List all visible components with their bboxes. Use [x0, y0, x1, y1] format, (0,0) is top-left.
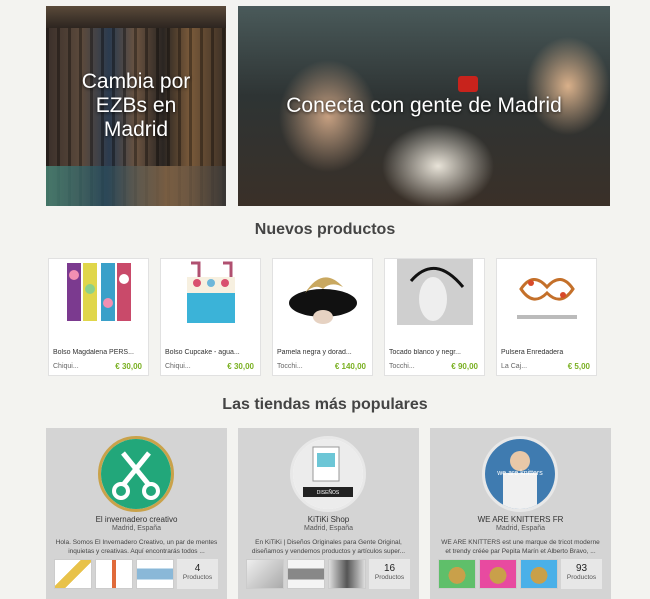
shop-product-thumb[interactable]: [328, 559, 366, 589]
shop-product-thumb[interactable]: [136, 559, 174, 589]
kitiki-logo-text: DISEÑOS: [317, 489, 340, 496]
product-image: [67, 263, 131, 321]
shop-product-strip: 16 Productos: [246, 559, 411, 589]
banner-cambia[interactable]: Cambia por EZBs en Madrid: [46, 6, 226, 206]
product-card[interactable]: Pulsera Enredadera La Caj... € 5,00: [496, 258, 597, 376]
shop-name: KiTiKi Shop: [307, 515, 350, 524]
product-price: € 5,00: [567, 362, 590, 371]
shop-card[interactable]: El invernadero creativo Madrid, España H…: [46, 428, 227, 599]
kitiki-logo: DISEÑOS: [293, 439, 363, 509]
shop-location: Madrid, España: [495, 525, 546, 532]
product-name: Bolso Cupcake - agua...: [165, 349, 240, 356]
product-image: [517, 278, 577, 319]
shop-product-count[interactable]: 93 Productos: [561, 559, 602, 589]
shop-product-thumb[interactable]: [95, 559, 133, 589]
shop-product-thumb[interactable]: [54, 559, 92, 589]
banner-caption: Cambia por EZBs en Madrid: [81, 70, 191, 141]
product-image: [187, 261, 235, 323]
shop-avatar: [98, 436, 174, 512]
shop-card[interactable]: we are knitters WE ARE KNITTERS FR Madri…: [430, 428, 611, 599]
product-shop: Tocchi...: [277, 363, 303, 370]
shop-product-thumb[interactable]: [287, 559, 325, 589]
product-image: [397, 259, 473, 325]
product-card[interactable]: Bolso Cupcake - agua... Chiqui... € 30,0…: [160, 258, 261, 376]
shop-name: El invernadero creativo: [95, 515, 178, 524]
section-title-new-products: Nuevos productos: [254, 221, 396, 238]
product-price: € 30,00: [115, 362, 142, 371]
product-shop: Tocchi...: [389, 363, 415, 370]
shop-description: WE ARE KNITTERS est une marque de tricot…: [441, 539, 600, 555]
shop-product-thumb[interactable]: [438, 559, 476, 589]
banner-conecta[interactable]: Conecta con gente de Madrid: [238, 6, 610, 206]
banner-caption: Conecta con gente de Madrid: [286, 94, 562, 117]
knitters-logo-text: we are knitters: [496, 470, 543, 477]
count-number: 16: [383, 563, 396, 574]
product-card[interactable]: Tocado blanco y negr... Tocchi... € 90,0…: [384, 258, 485, 376]
product-name: Pulsera Enredadera: [501, 349, 564, 356]
shop-location: Madrid, España: [303, 525, 354, 532]
product-name: Bolso Magdalena PERS...: [53, 349, 134, 356]
shop-product-count[interactable]: 16 Productos: [369, 559, 410, 589]
shop-product-thumb[interactable]: [479, 559, 517, 589]
count-number: 4: [194, 563, 201, 574]
product-name: Tocado blanco y negr...: [389, 349, 461, 356]
shop-product-strip: 4 Productos: [54, 559, 219, 589]
shop-product-count[interactable]: 4 Productos: [177, 559, 218, 589]
scissors-icon: [101, 439, 171, 509]
product-price: € 90,00: [451, 362, 478, 371]
product-image: [289, 277, 357, 324]
product-shop: Chiqui...: [53, 363, 79, 370]
shop-product-strip: 93 Productos: [438, 559, 603, 589]
product-name: Pamela negra y dorad...: [277, 349, 352, 356]
section-title-popular-shops: Las tiendas más populares: [222, 396, 428, 413]
product-shop: La Caj...: [501, 363, 528, 370]
shop-name: WE ARE KNITTERS FR: [477, 515, 564, 524]
shop-description: Hola. Somos El Invernadero Creativo, un …: [55, 539, 218, 555]
product-price: € 140,00: [334, 362, 366, 371]
shop-product-thumb[interactable]: [246, 559, 284, 589]
shop-description: En KiTiKi | Diseños Originales para Gent…: [251, 539, 406, 555]
count-label: Productos: [374, 574, 405, 581]
count-number: 93: [575, 563, 588, 574]
shop-product-thumb[interactable]: [520, 559, 558, 589]
product-card[interactable]: Bolso Magdalena PERS... Chiqui... € 30,0…: [48, 258, 149, 376]
shop-location: Madrid, España: [111, 525, 162, 532]
product-shop: Chiqui...: [165, 363, 191, 370]
shop-avatar: DISEÑOS: [290, 436, 366, 512]
shop-card[interactable]: DISEÑOS KiTiKi Shop Madrid, España En Ki…: [238, 428, 419, 599]
count-label: Productos: [182, 574, 213, 581]
knitters-logo: we are knitters: [485, 439, 555, 509]
shop-avatar: we are knitters: [482, 436, 558, 512]
product-price: € 30,00: [227, 362, 254, 371]
product-card[interactable]: Pamela negra y dorad... Tocchi... € 140,…: [272, 258, 373, 376]
count-label: Productos: [566, 574, 597, 581]
